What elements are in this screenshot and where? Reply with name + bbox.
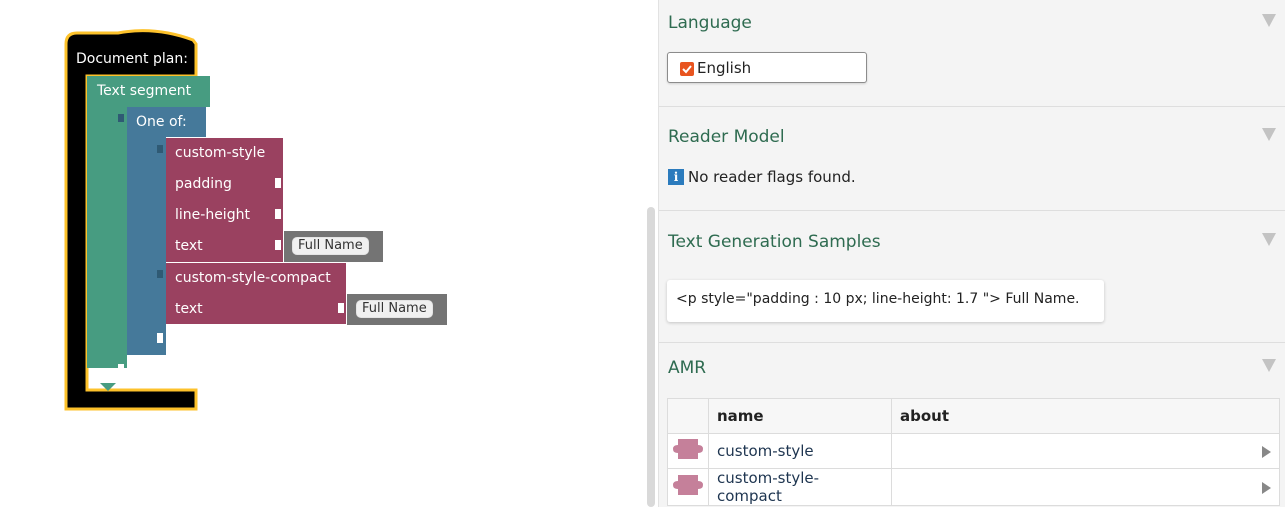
reader-model-section: Reader Model [659, 107, 1285, 211]
custom-style-input-padding: padding [175, 176, 232, 192]
expand-arrow-icon[interactable] [1262, 446, 1271, 458]
text-segment-label: Text segment [97, 83, 192, 99]
table-row[interactable]: custom-style-compact [667, 468, 1280, 506]
workspace-scrollbar[interactable] [647, 207, 655, 507]
custom-style-input-text: text [175, 238, 203, 254]
column-header-about: about [891, 398, 1280, 434]
language-option-label: English [697, 59, 752, 77]
blockly-workspace[interactable]: Document plan: Text segment One of: cust… [0, 0, 658, 507]
custom-style-input-line-height: line-height [175, 207, 250, 223]
checkbox-checked-icon[interactable] [680, 62, 694, 76]
full-name-field-2[interactable]: Full Name [356, 300, 433, 318]
side-panel: Language English Reader Model i No reade… [658, 0, 1285, 507]
custom-style-compact-title: custom-style-compact [175, 270, 331, 286]
column-header-icon [667, 398, 709, 434]
reader-model-title: Reader Model [668, 127, 785, 147]
text-sample: <p style="padding : 10 px; line-height: … [676, 291, 1080, 307]
amr-table-header: name about [667, 398, 1280, 434]
amr-row-name: custom-style [708, 433, 892, 469]
puzzle-piece-icon[interactable] [667, 433, 709, 469]
custom-style-compact-input-text: text [175, 301, 203, 317]
amr-title: AMR [668, 358, 707, 378]
one-of-label: One of: [136, 114, 187, 130]
language-section: Language English [659, 0, 1285, 107]
column-header-name: name [708, 398, 892, 434]
text-samples-section: Text Generation Samples [659, 211, 1285, 343]
custom-style-title: custom-style [175, 145, 266, 161]
expand-arrow-icon[interactable] [1262, 482, 1271, 494]
puzzle-piece-icon[interactable] [667, 468, 709, 506]
amr-row-name: custom-style-compact [708, 468, 892, 506]
language-title: Language [668, 13, 752, 33]
table-row[interactable]: custom-style [667, 433, 1280, 469]
dropdown-chevron-icon[interactable] [1262, 14, 1276, 27]
amr-row-about [891, 468, 1280, 506]
amr-table: name about custom-style custom-style-com… [667, 398, 1280, 506]
text-sample-card: <p style="padding : 10 px; line-height: … [667, 280, 1104, 322]
full-name-field-1[interactable]: Full Name [292, 237, 369, 255]
dropdown-chevron-icon[interactable] [1262, 128, 1276, 141]
dropdown-chevron-icon[interactable] [1262, 359, 1276, 372]
info-icon: i [668, 169, 684, 185]
document-plan-label: Document plan: [76, 51, 188, 67]
text-samples-title: Text Generation Samples [668, 232, 881, 252]
language-option-english[interactable]: English [667, 52, 867, 83]
amr-row-about [891, 433, 1280, 469]
reader-flags-message: No reader flags found. [688, 168, 856, 186]
dropdown-chevron-icon[interactable] [1262, 233, 1276, 246]
